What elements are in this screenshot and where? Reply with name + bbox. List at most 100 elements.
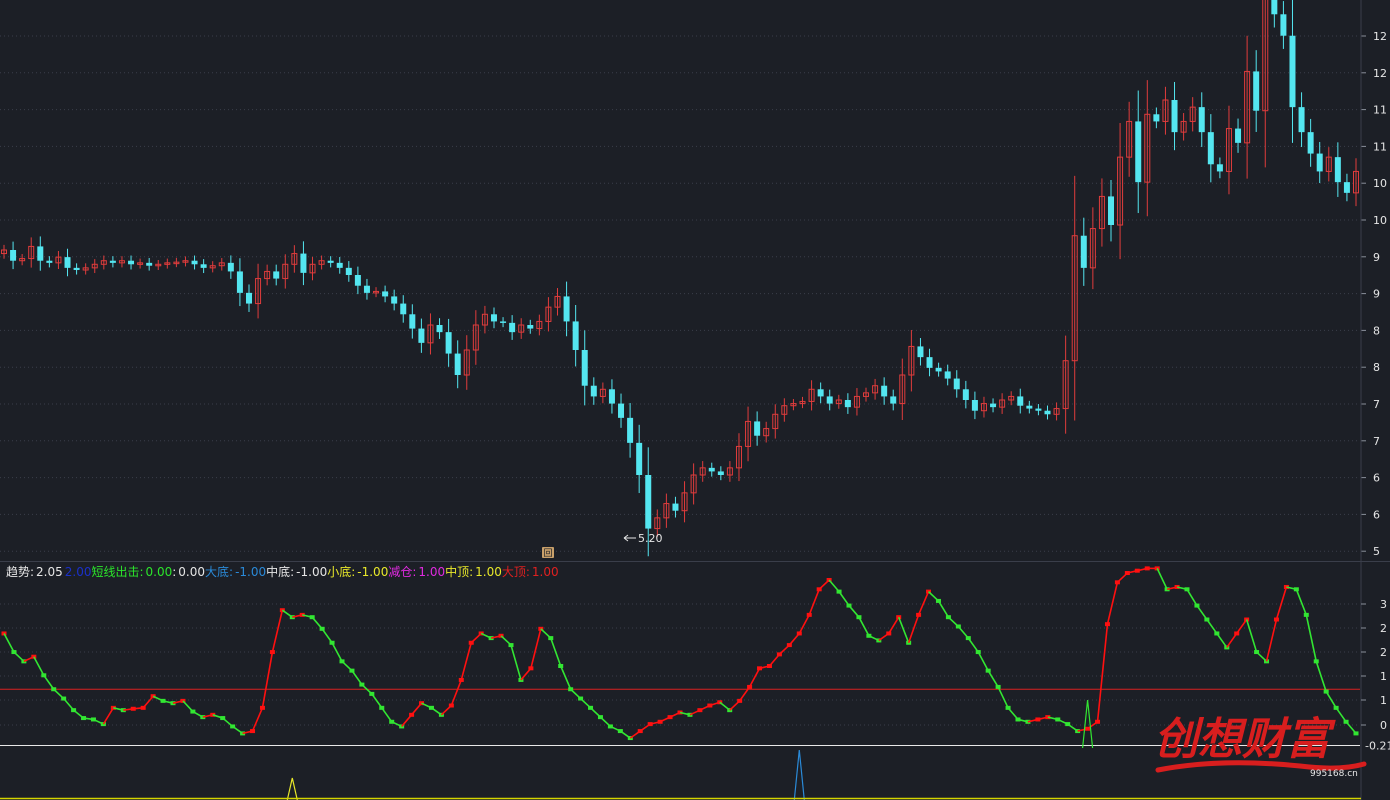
price-candle-body [418, 328, 425, 343]
price-candle-body [454, 353, 461, 375]
price-candle-body [1334, 157, 1341, 183]
price-tick-label: 11 [1373, 104, 1387, 117]
price-candle-body [490, 314, 497, 322]
price-candle-body [636, 442, 643, 475]
info-marker-icon[interactable]: 回 [542, 547, 554, 559]
price-candle-body [618, 403, 625, 418]
watermark-text: 创想财富 [1154, 714, 1336, 765]
price-candle-body [1289, 35, 1296, 108]
price-candle-body [1235, 128, 1242, 143]
price-candle-body [717, 471, 724, 475]
legend-value-8: 1.00 [475, 565, 502, 579]
legend-value-1: 2.00 [64, 565, 92, 579]
price-candle-body [971, 400, 978, 411]
indicator-tick-label: 2 [1380, 622, 1387, 635]
price-tick-label: 12 [1373, 30, 1387, 43]
price-candle-body [46, 260, 53, 263]
price-candle-body [926, 357, 933, 368]
price-candle-body [844, 400, 851, 408]
price-candle-body [1108, 196, 1115, 225]
legend-label-4: 大底: [205, 565, 234, 579]
price-candle-body [754, 421, 761, 436]
legend-label-3: : [172, 565, 177, 579]
price-candle-body [1153, 114, 1160, 122]
legend-value-4: -1.00 [235, 565, 267, 579]
price-tick-label: 7 [1373, 435, 1380, 448]
price-candle-body [345, 267, 352, 275]
price-candle-body [109, 260, 116, 263]
legend-value-5: -1.00 [296, 565, 328, 579]
legend-value-7: 1.00 [418, 565, 446, 579]
price-candle-body [200, 264, 207, 268]
price-candle-body [935, 367, 942, 372]
price-candle-body [236, 271, 243, 293]
legend-label-9: 大顶: [501, 565, 530, 579]
legend-label-8: 中顶: [445, 565, 474, 579]
price-candle-body [400, 303, 407, 315]
price-tick-label: 8 [1373, 361, 1380, 374]
price-candle-body [944, 371, 951, 379]
price-candle-body [391, 296, 398, 304]
price-candle-body [354, 275, 361, 286]
price-candle-body [917, 346, 924, 358]
legend-value-0: 2.05 [36, 565, 63, 579]
price-tick-label: 7 [1373, 398, 1380, 411]
price-candle-body [590, 385, 597, 397]
legend-value-3: 0.00 [178, 565, 206, 579]
indicator-tick-label: 1 [1380, 670, 1387, 683]
price-candle-body [509, 322, 516, 333]
price-candle-body [436, 325, 443, 333]
legend-value-6: -1.00 [357, 565, 389, 579]
price-candle-body [817, 389, 824, 397]
price-candle-body [608, 389, 615, 404]
price-tick-label: 10 [1373, 214, 1387, 227]
svg-text:回: 回 [543, 548, 552, 559]
price-candle-body [300, 253, 307, 273]
price-candle-body [73, 267, 80, 270]
price-candle-body [527, 325, 534, 329]
price-candle-body [1298, 107, 1305, 133]
indicator-legend-bar: 趋势: 2.05 2.00短线出击: 0.00: 0.00大底: -1.00中底: -1.0… [6, 563, 559, 579]
chart-canvas: 121211111010998877665 5.20 回 322110-0.21 [0, 0, 1390, 800]
price-candle-body [1044, 410, 1051, 415]
price-candle-body [37, 246, 44, 261]
price-candle-body [953, 378, 960, 390]
legend-label-0: 趋势: [6, 565, 35, 579]
chart-background [0, 0, 1390, 800]
price-candle-body [445, 332, 452, 354]
price-candle-body [1135, 121, 1142, 183]
price-tick-label: 9 [1373, 251, 1380, 264]
price-candle-body [1316, 153, 1323, 172]
legend-label-2: 短线出击: [91, 565, 144, 579]
price-candle-body [1017, 396, 1024, 406]
price-candle-body [881, 385, 888, 397]
price-candle-body [1171, 100, 1178, 133]
price-tick-label: 10 [1373, 177, 1387, 190]
price-candle-body [1307, 132, 1314, 154]
price-candle-body [572, 321, 579, 350]
price-candle-body [327, 260, 334, 263]
price-tick-label: 12 [1373, 67, 1387, 80]
price-candle-body [645, 475, 652, 529]
indicator-tick-label: 1 [1380, 694, 1387, 707]
price-candle-body [890, 396, 897, 404]
price-candle-body [581, 350, 588, 386]
price-candle-body [64, 257, 71, 268]
price-tick-label: 5 [1373, 545, 1380, 558]
price-candle-body [627, 417, 634, 443]
price-tick-label: 6 [1373, 472, 1380, 485]
legend-label-6: 小底: [327, 565, 356, 579]
price-candle-body [273, 271, 280, 279]
price-candle-body [672, 503, 679, 511]
watermark-site: 995168.cn [1310, 769, 1358, 779]
price-tick-label: 9 [1373, 288, 1380, 301]
price-candle-body [128, 260, 135, 265]
price-candle-body [363, 285, 370, 293]
price-tick-label: 8 [1373, 324, 1380, 337]
price-candle-body [990, 403, 997, 408]
price-candle-body [563, 296, 570, 322]
price-candle-body [500, 321, 507, 323]
legend-label-5: 中底: [266, 565, 295, 579]
price-candle-body [1271, 0, 1278, 15]
watermark-logo: 创想财富 995168.cn [1154, 714, 1367, 779]
